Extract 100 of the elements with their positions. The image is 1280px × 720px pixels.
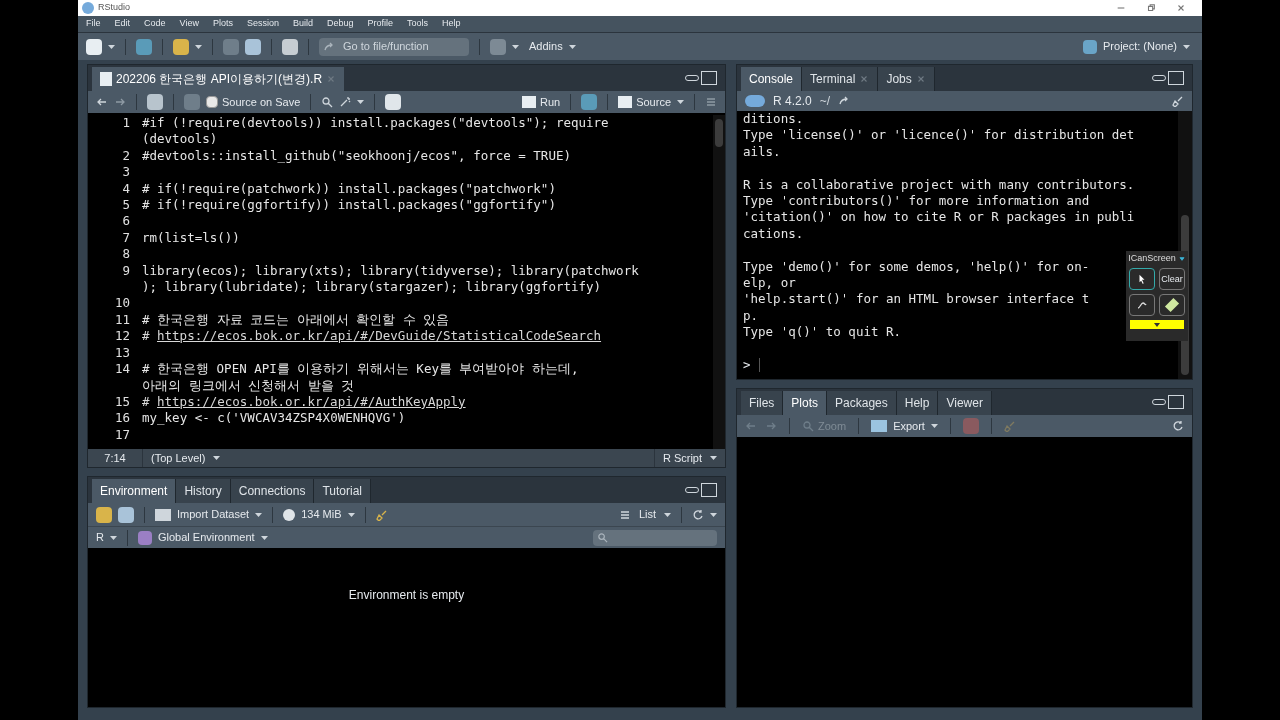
scrollbar-thumb[interactable] [715,119,723,147]
refresh-icon[interactable] [1172,420,1184,432]
maximize-icon[interactable] [1168,395,1184,409]
search-field[interactable] [593,529,717,546]
app-logo-icon [82,2,94,14]
memory-button[interactable]: 134 MiB [283,506,355,523]
pane-tab[interactable]: Plots [783,391,828,415]
caret-icon [347,512,355,517]
console-output: 'help.start()' for an HTML browser interface t [743,291,1090,308]
line-number: 1 [121,115,131,132]
run-button[interactable]: Run [521,93,561,111]
pane-tab[interactable]: History [176,479,231,503]
forward-icon[interactable] [114,96,126,108]
search-icon[interactable] [321,96,334,108]
source-button[interactable]: Source [618,93,671,111]
menu-item[interactable]: Build [292,17,313,31]
view-mode-button[interactable]: List [618,506,671,523]
menu-item[interactable]: Profile [367,17,393,31]
code-line: library(ecos); library(xts); library(tidyverse); library(patchwork [142,262,639,280]
overlay-title: ICanScreen [1128,253,1176,264]
back-icon[interactable] [96,96,108,108]
close-icon[interactable] [1176,3,1186,13]
caret-icon [710,456,717,460]
export-button[interactable]: Export [871,417,938,435]
console-output: elp, or [743,274,796,292]
caret-icon [255,512,263,517]
line-number: 7 [121,229,131,247]
pane-tab[interactable]: Jobs [878,67,935,91]
code-link[interactable]: https://ecos.bok.or.kr/api/#/DevGuide/StatisticalCodeSearch [157,328,602,345]
menu-item[interactable]: Help [442,17,461,31]
file-tab[interactable]: 202206 한국은행 API이용하기(변경).R [92,67,345,91]
console-output: Type 'demo()' for some demos, 'help()' for on- [743,258,1090,275]
caret-icon[interactable] [1177,254,1186,263]
pen-button[interactable] [1129,294,1155,316]
menu-item[interactable]: Tools [407,17,429,31]
line-number: 17 [113,426,131,444]
pane-tab[interactable]: Packages [827,391,897,415]
code-line: # 한국은행 OPEN API를 이용하기 위해서는 Key를 부여받아야 하는데, [142,361,579,378]
console-output: 'citation()' on how to cite R or R packages in publi [743,209,1135,226]
search-icon [597,532,608,543]
line-number: 15 [113,393,131,411]
minimize-icon[interactable] [685,487,699,493]
menu-item[interactable]: View [179,17,199,31]
pane-tab[interactable]: Files [741,391,784,415]
caret-icon [677,100,684,104]
menu-item[interactable]: Edit [114,17,131,31]
addins-button[interactable]: Addins [525,38,580,55]
file-type-dropdown[interactable]: R Script [653,449,725,467]
refresh-icon[interactable] [692,508,704,521]
pane-tab[interactable]: Console [741,67,803,91]
menu-item[interactable]: File [86,17,101,31]
broom-icon[interactable] [375,508,388,521]
scope-dropdown[interactable]: (Top Level) [142,449,229,467]
r-file-icon [100,72,112,86]
project-button[interactable]: Project: (None) [1103,38,1190,55]
color-picker[interactable] [1130,320,1184,329]
pane-tab[interactable]: Environment [92,479,177,503]
wand-icon[interactable] [339,96,352,108]
close-icon[interactable] [915,74,926,84]
pane-tab[interactable]: Viewer [938,391,992,415]
line-number: 9 [121,262,131,280]
language-dropdown[interactable]: R [96,529,117,546]
menu-item[interactable]: Session [246,17,279,31]
minimize-icon[interactable] [1152,399,1166,405]
restore-window-icon[interactable] [1146,3,1156,13]
maximize-icon[interactable] [1168,71,1184,85]
caret-icon [512,44,519,49]
line-number: 13 [113,344,131,362]
code-line: ); library(lubridate); library(stargazer); library(ggfortify) [142,279,602,296]
environment-dropdown[interactable]: Global Environment [137,529,268,546]
menu-item[interactable]: Plots [212,17,233,31]
pointer-button[interactable] [1129,268,1155,290]
pane-tab[interactable]: Connections [230,479,315,503]
caret-icon [213,456,221,460]
pane-tab[interactable]: Help [896,391,939,415]
pen-icon [1136,299,1148,311]
zoom-icon [802,420,814,432]
minimize-icon[interactable] [1152,75,1166,81]
pane-tab[interactable]: Terminal [802,67,879,91]
minimize-icon[interactable] [685,75,699,81]
pane-tab[interactable]: Tutorial [314,479,371,503]
code-link[interactable]: https://ecos.bok.or.kr/api/#/AuthKeyApply [157,393,466,411]
working-directory[interactable]: ~/ [819,92,831,110]
import-dataset-button[interactable]: Import Dataset [155,506,263,523]
maximize-icon[interactable] [701,483,717,497]
menu-item[interactable]: Debug [326,17,354,31]
highlighter-button[interactable] [1159,294,1185,316]
console-output: cations. [743,225,804,243]
code-line: 아래의 링크에서 신청해서 받을 것 [142,377,355,394]
code-line: rm(list=ls()) [142,229,240,247]
close-icon[interactable] [859,74,870,84]
source-on-save-checkbox[interactable]: Source on Save [206,93,301,111]
caret-icon [260,535,268,540]
caret-icon [108,44,115,49]
console-output: R is a collaborative project with many contributors. [743,176,1135,193]
menu-item[interactable]: Code [144,17,166,31]
caret-icon [664,512,671,517]
maximize-icon[interactable] [701,71,717,85]
clear-button[interactable]: Clear [1159,268,1185,290]
line-number: 14 [113,361,131,379]
